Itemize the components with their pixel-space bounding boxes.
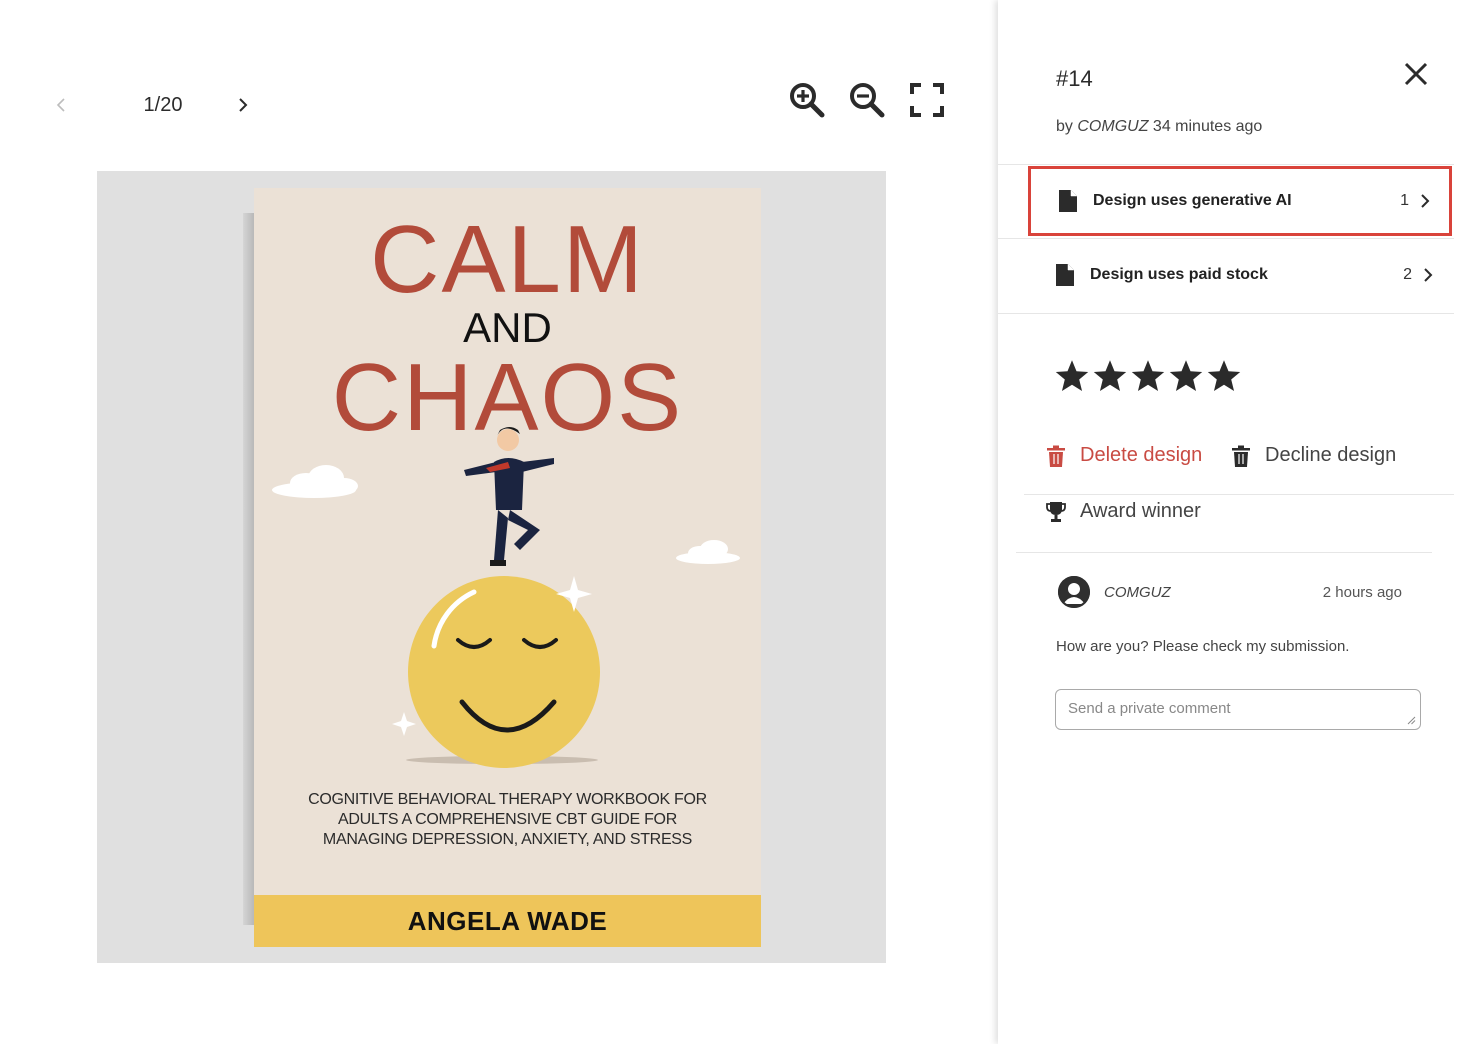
fullscreen-icon (910, 83, 944, 117)
star-icon[interactable] (1092, 358, 1128, 394)
divider (998, 313, 1454, 314)
businessman-figure (464, 427, 554, 566)
trophy-icon (1046, 501, 1066, 522)
zoom-in-icon (790, 83, 825, 118)
document-icon (1059, 190, 1077, 212)
close-panel-button[interactable] (1402, 60, 1430, 88)
decline-design-button[interactable]: Decline design (1231, 444, 1396, 467)
award-winner-label: Award winner (1080, 500, 1201, 522)
star-rating (1054, 358, 1242, 394)
chevron-right-icon (1424, 268, 1433, 282)
divider (1016, 552, 1432, 553)
submitted-time: 34 minutes ago (1152, 118, 1263, 135)
flag-count: 2 (1403, 266, 1412, 283)
comment-text: How are you? Please check my submission. (1056, 638, 1350, 655)
award-winner-button[interactable]: Award winner (1046, 500, 1201, 523)
submission-byline: by COMGUZ 34 minutes ago (1056, 118, 1262, 136)
delete-design-label: Delete design (1080, 444, 1203, 466)
divider (1024, 494, 1454, 495)
divider (998, 164, 1454, 165)
decline-design-label: Decline design (1265, 444, 1397, 466)
zoom-out-button[interactable] (847, 80, 887, 120)
chevron-left-icon (56, 98, 65, 112)
previous-design-button[interactable] (50, 92, 72, 118)
chevron-right-icon (1421, 194, 1430, 208)
private-comment-input[interactable] (1055, 689, 1421, 730)
flag-count: 1 (1400, 192, 1409, 209)
cloud-right (676, 540, 740, 564)
chevron-right-icon (239, 98, 248, 112)
star-icon[interactable] (1168, 358, 1204, 394)
byline-prefix: by (1056, 118, 1073, 135)
cover-subtitle: COGNITIVE BEHAVIORAL THERAPY WORKBOOK FO… (308, 791, 707, 848)
entry-number: #14 (1056, 66, 1093, 91)
star-icon[interactable] (1206, 358, 1242, 394)
design-viewer: 1/20 CALM AND CHAOS COGNITIVE BEHAVIORAL… (0, 0, 998, 1044)
delete-design-button[interactable]: Delete design (1046, 444, 1202, 467)
document-icon (1056, 264, 1074, 286)
comment-time: 2 hours ago (1322, 583, 1402, 601)
cover-title-calm: CALM (370, 206, 645, 313)
star-icon[interactable] (1054, 358, 1090, 394)
cloud-left (272, 465, 358, 498)
zoom-out-icon (850, 83, 885, 118)
designer-name[interactable]: COMGUZ (1077, 118, 1148, 135)
book-cover-image: CALM AND CHAOS COGNITIVE BEHAVIORAL THER… (254, 188, 761, 947)
divider (998, 238, 1454, 239)
trash-icon (1047, 445, 1065, 467)
flag-paid-stock-row[interactable]: Design uses paid stock 2 (1028, 240, 1452, 310)
cover-author-band: ANGELA WADE (254, 895, 761, 947)
smiley-face-icon (408, 576, 600, 768)
flag-label: Design uses paid stock (1090, 266, 1268, 283)
trash-icon (1232, 445, 1250, 467)
avatar[interactable] (1058, 576, 1090, 608)
close-icon (1404, 62, 1428, 86)
design-details-panel: #14 by COMGUZ 34 minutes ago Design uses… (998, 0, 1470, 1044)
comment-header: COMGUZ 2 hours ago (1058, 575, 1402, 609)
flag-generative-ai-row[interactable]: Design uses generative AI 1 (1028, 166, 1452, 236)
next-design-button[interactable] (232, 92, 254, 118)
cover-illustration (272, 427, 740, 769)
flag-label: Design uses generative AI (1093, 192, 1292, 209)
page-counter: 1/20 (143, 94, 183, 116)
comment-author[interactable]: COMGUZ (1104, 584, 1323, 601)
fullscreen-button[interactable] (907, 80, 947, 120)
star-icon[interactable] (1130, 358, 1166, 394)
zoom-in-button[interactable] (787, 80, 827, 120)
cover-author: ANGELA WADE (407, 905, 608, 936)
